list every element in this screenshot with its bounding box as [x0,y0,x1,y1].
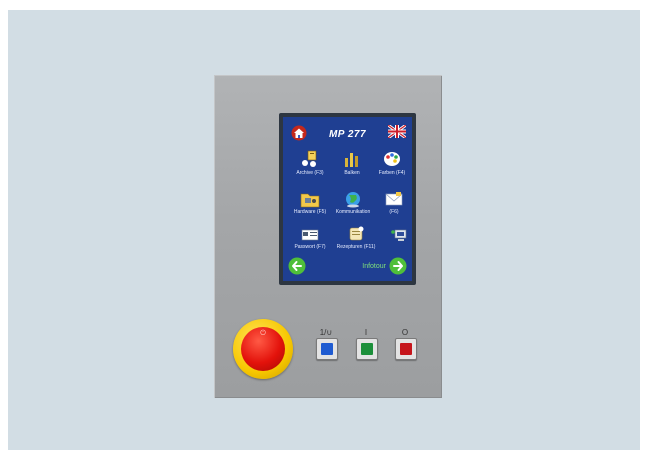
operator-panel: MP 277 Archive (F3) Balken Farben (F4) H… [214,75,442,398]
envelope-icon [385,192,403,206]
screen-bezel: MP 277 Archive (F3) Balken Farben (F4) H… [279,113,416,285]
tile-farben[interactable]: Farben (F4) [373,149,411,176]
globe-icon [346,192,360,208]
tile-balken-label: Balken [344,170,360,176]
green-key-face [361,343,373,355]
tile-farben-label: Farben (F4) [378,170,406,176]
blue-key[interactable] [316,338,338,360]
power-symbol-icon: ⏻ [260,330,266,337]
tile-archive-label: Archive (F3) [296,170,324,176]
palette-icon [384,152,400,166]
tile-passwort[interactable]: Passwort (F7) [289,227,331,250]
emergency-stop-button[interactable]: ⏻ [233,319,293,379]
red-key-label: O [401,328,409,337]
red-key[interactable] [395,338,417,360]
archive-icon [302,150,317,167]
tile-archive[interactable]: Archive (F3) [289,149,331,176]
emergency-stop-cap[interactable]: ⏻ [241,327,285,371]
green-key-label: I [364,328,368,337]
blue-key-label: 1/∪ [319,328,333,337]
tile-f6[interactable]: (F6) [379,190,409,215]
tile-computer[interactable] [389,227,409,243]
arrow-right-icon[interactable] [389,257,407,275]
arrow-left-icon[interactable] [288,257,306,275]
computer-icon [391,229,407,241]
recipe-icon [349,226,364,241]
red-key-face [400,343,412,355]
tile-passwort-label: Passwort (F7) [294,244,326,250]
password-card-icon [301,229,319,241]
tile-hardware[interactable]: Hardware (F5) [289,190,331,215]
tile-hardware-label: Hardware (F5) [293,209,327,215]
tile-rezepturen-label: Rezepturen (F11) [336,244,376,250]
green-key[interactable] [356,338,378,360]
tile-kommunikation[interactable]: Kommunikation [333,190,373,215]
tile-rezepturen[interactable]: Rezepturen (F11) [333,225,379,250]
tile-f6-label: (F6) [389,209,399,215]
uk-flag-icon[interactable] [388,125,406,138]
bar-chart-icon [345,153,358,167]
tile-balken[interactable]: Balken [335,149,369,176]
hardware-folder-icon [300,193,320,208]
tile-kommunikation-label: Kommunikation [335,209,371,215]
touch-screen[interactable]: MP 277 Archive (F3) Balken Farben (F4) H… [283,117,412,281]
infotour-label[interactable]: Infotour [362,263,386,270]
blue-key-face [321,343,333,355]
